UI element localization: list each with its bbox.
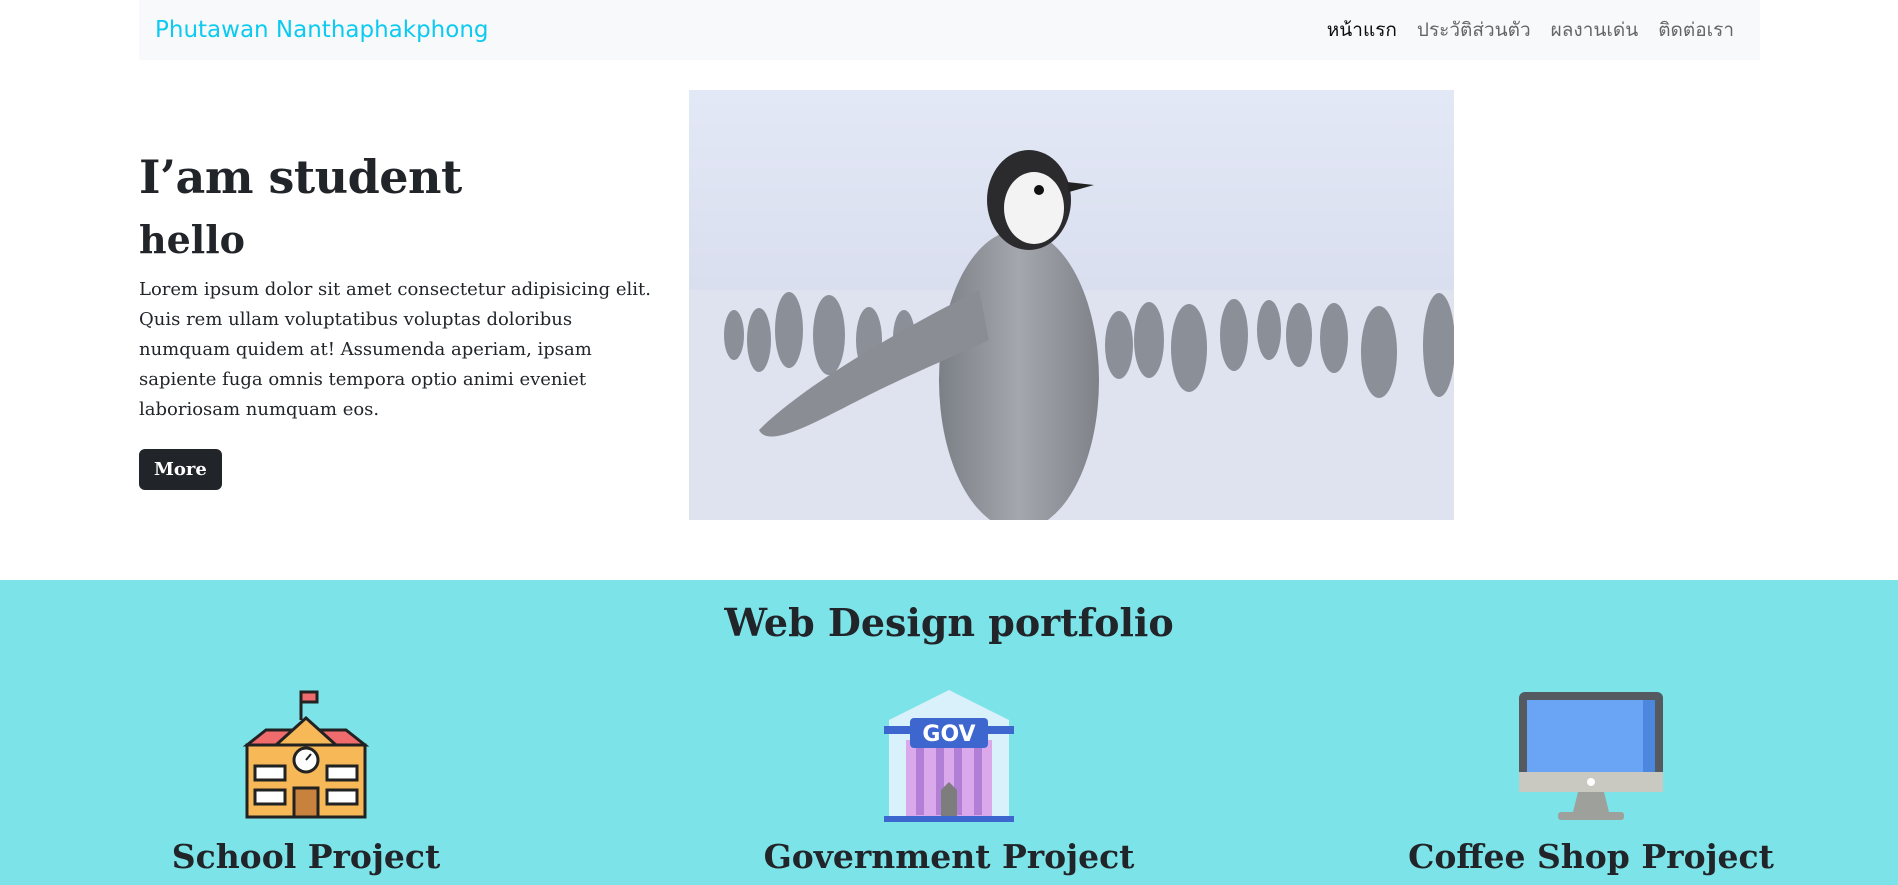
hero-title: I’am student — [139, 150, 462, 204]
project-label-government: Government Project — [763, 837, 1135, 876]
nav-link-profile[interactable]: ประวัติส่วนตัว — [1417, 15, 1531, 45]
nav-link-works[interactable]: ผลงานเด่น — [1551, 15, 1639, 45]
penguin-photo — [689, 90, 1454, 520]
project-card-government[interactable]: GOV Government Project — [749, 690, 1149, 876]
nav-link-home[interactable]: หน้าแรก — [1327, 15, 1397, 45]
hero-description: Lorem ipsum dolor sit amet consectetur a… — [139, 278, 651, 420]
project-card-school[interactable]: School Project — [106, 690, 506, 876]
portfolio-section: Web Design portfolio School Project GOV … — [0, 580, 1898, 885]
hero-section: I’am student hello Lorem ipsum dolor sit… — [139, 150, 659, 490]
project-card-coffee-shop[interactable]: Coffee Shop Project — [1391, 690, 1791, 876]
nav-link-contact[interactable]: ติดต่อเรา — [1658, 15, 1734, 45]
government-building-icon: GOV — [874, 690, 1024, 825]
more-button[interactable]: More — [139, 448, 222, 490]
navbar: Phutawan Nanthaphakphong หน้าแรก ประวัติ… — [139, 0, 1760, 60]
computer-monitor-icon — [1516, 690, 1666, 825]
brand-link[interactable]: Phutawan Nanthaphakphong — [155, 17, 489, 43]
hero-subtitle: hello — [139, 217, 246, 263]
svg-text:GOV: GOV — [922, 722, 975, 747]
project-label-school: School Project — [171, 837, 441, 876]
project-label-coffee-shop: Coffee Shop Project — [1408, 837, 1774, 876]
school-building-icon — [231, 690, 381, 825]
nav-links: หน้าแรก ประวัติส่วนตัว ผลงานเด่น ติดต่อเ… — [1327, 15, 1744, 45]
portfolio-title: Web Design portfolio — [724, 600, 1174, 645]
